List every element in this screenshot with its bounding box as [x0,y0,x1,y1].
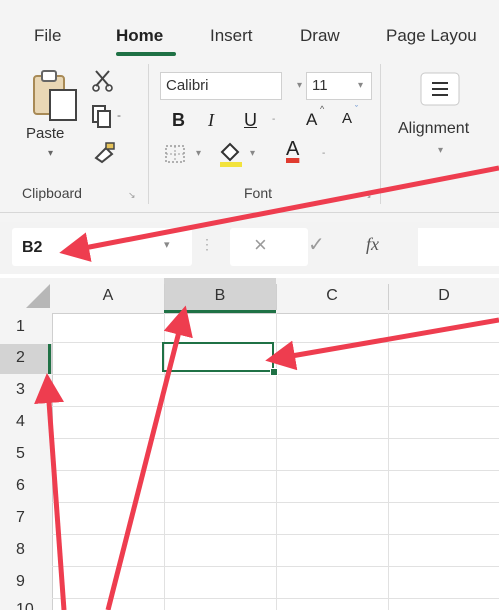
arrow-to-row-header [34,373,67,610]
arrow-to-column-header [105,305,193,610]
arrow-to-active-cell [265,317,499,371]
arrow-to-name-box [59,165,499,262]
annotation-arrows [34,165,499,610]
